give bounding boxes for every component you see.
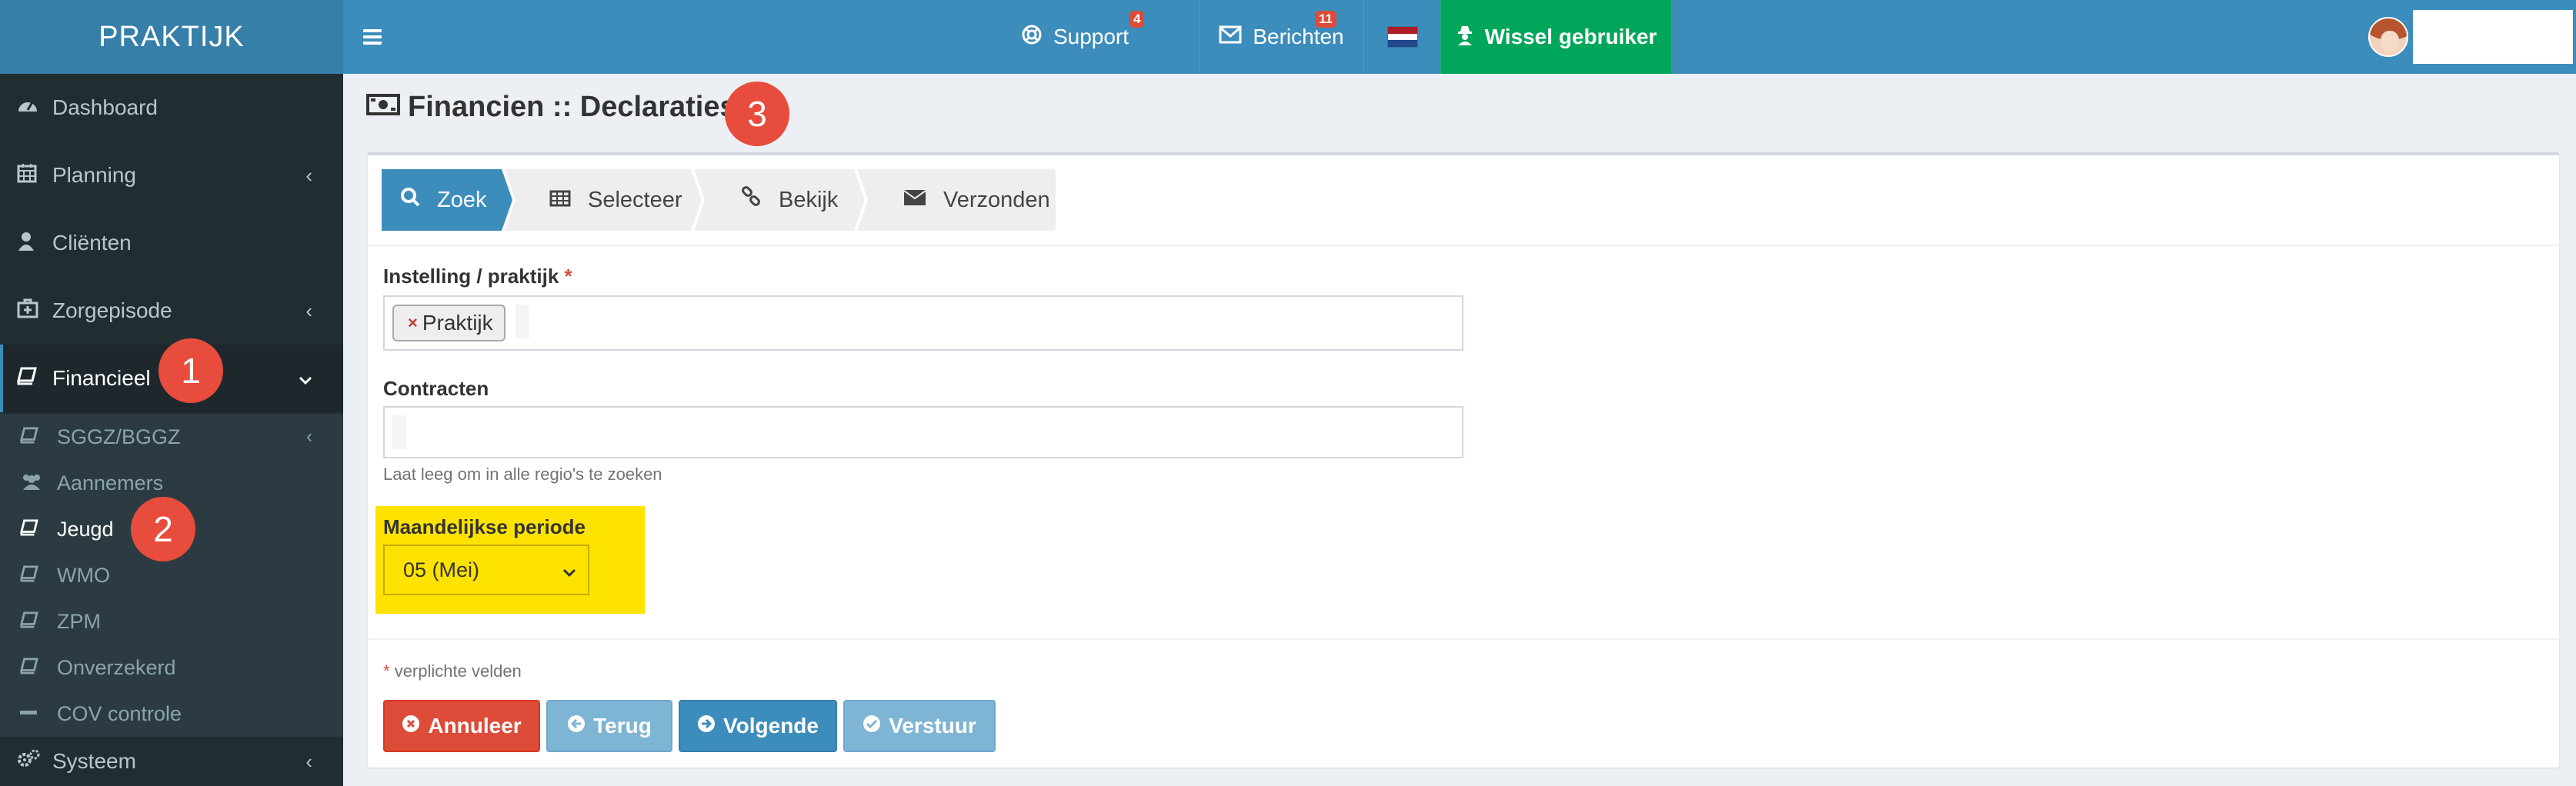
calendar-icon <box>17 163 37 188</box>
sidebar-item-cov-controle[interactable]: COV controle <box>0 691 343 737</box>
book-icon <box>20 656 38 680</box>
annotation-badge-2: 2 <box>131 497 195 561</box>
periode-label: Maandelijkse periode <box>383 515 586 538</box>
instelling-search-input[interactable] <box>516 305 529 338</box>
chevron-down-icon <box>299 367 312 391</box>
wizard-step-selecteer[interactable]: Selecteer <box>505 169 702 231</box>
book-icon <box>20 610 38 634</box>
sidebar: Dashboard Planning ‹ Cliënten Zorgepisod… <box>0 74 343 786</box>
sidebar-item-systeem[interactable]: Systeem ‹ <box>0 737 343 786</box>
back-button[interactable]: Terug <box>546 700 672 752</box>
times-circle-icon <box>402 714 420 738</box>
periode-highlight: Maandelijkse periode 05 (Mei) <box>375 506 645 614</box>
wizard-step-bekijk[interactable]: Bekijk <box>694 169 865 231</box>
chevron-left-icon: ‹ <box>305 163 312 187</box>
send-button[interactable]: Verstuur <box>843 700 996 752</box>
messages-label: Berichten <box>1253 25 1344 48</box>
chevron-left-icon: ‹ <box>305 749 312 773</box>
page-title-text: Financien :: Declaraties <box>408 91 736 123</box>
sidebar-item-zorgepisode[interactable]: Zorgepisode ‹ <box>0 277 343 345</box>
support-count-badge: 4 <box>1130 11 1145 28</box>
table-icon <box>549 188 571 213</box>
users-icon <box>20 471 43 495</box>
praktijk-tag: × Praktijk <box>392 305 506 341</box>
required-asterisk: * <box>564 265 572 288</box>
user-secret-icon <box>1456 24 1474 51</box>
link-icon <box>740 186 762 214</box>
book-icon <box>20 564 38 588</box>
instelling-select[interactable]: × Praktijk <box>383 295 1463 351</box>
sidebar-item-onverzekerd[interactable]: Onverzekerd <box>0 644 343 691</box>
wizard-step-zoek[interactable]: Zoek <box>382 169 512 231</box>
declaraties-panel: Zoek Selecteer Bekijk Verzonden Instelli… <box>368 152 2559 768</box>
financieel-submenu: SGGZ/BGGZ ‹ Aannemers Jeugd WMO ZPM Onve… <box>0 414 343 737</box>
page-title: Financien :: Declaraties <box>366 91 736 124</box>
next-button[interactable]: Volgende <box>679 700 837 752</box>
support-label: Support <box>1053 25 1130 48</box>
annotation-badge-3: 3 <box>725 82 789 146</box>
life-ring-icon <box>1021 24 1043 51</box>
required-fields-note: * verplichte velden <box>383 661 522 681</box>
search-icon <box>400 187 420 213</box>
book-icon <box>20 425 38 449</box>
chevron-down-icon <box>562 560 577 584</box>
form-footer-divider <box>368 638 2559 640</box>
envelope-icon <box>1219 25 1242 49</box>
periode-select[interactable]: 05 (Mei) <box>383 545 589 595</box>
messages-count-badge: 11 <box>1315 11 1336 28</box>
chevron-left-icon: ‹ <box>305 298 312 322</box>
user-name-box <box>2413 10 2573 64</box>
contracten-search-input[interactable] <box>392 415 406 449</box>
envelope-icon <box>903 188 926 213</box>
instelling-label: Instelling / praktijk * <box>383 265 572 288</box>
app-logo[interactable]: PRAKTIJK <box>0 0 343 74</box>
arrow-circle-left-icon <box>567 714 586 738</box>
user-icon <box>17 231 35 256</box>
wizard-step-verzonden[interactable]: Verzonden <box>857 169 1056 231</box>
chevron-left-icon: ‹ <box>306 426 312 447</box>
top-navbar: Support 4 Berichten 11 Wissel gebruiker <box>343 0 2576 74</box>
sidebar-item-planning[interactable]: Planning ‹ <box>0 142 343 209</box>
contracten-select[interactable] <box>383 406 1463 458</box>
book-icon <box>20 518 38 541</box>
user-menu[interactable] <box>2345 0 2576 74</box>
wizard-divider <box>368 245 2559 246</box>
messages-menu[interactable]: Berichten 11 <box>1199 0 1363 74</box>
language-selector[interactable] <box>1363 0 1440 74</box>
switch-user-button[interactable]: Wissel gebruiker <box>1440 0 1671 74</box>
support-menu[interactable]: Support 4 <box>951 0 1199 74</box>
medkit-icon <box>17 298 38 324</box>
money-icon <box>366 91 400 124</box>
wizard-steps: Zoek Selecteer Bekijk Verzonden <box>382 169 1056 231</box>
arrow-circle-right-icon <box>697 714 716 738</box>
switch-user-label: Wissel gebruiker <box>1484 25 1657 48</box>
avatar-icon <box>2368 17 2408 57</box>
sidebar-item-zpm[interactable]: ZPM <box>0 598 343 644</box>
hamburger-icon[interactable] <box>363 22 383 52</box>
cogs-icon <box>17 749 40 774</box>
sidebar-item-sggz-bggz[interactable]: SGGZ/BGGZ ‹ <box>0 414 343 460</box>
cancel-button[interactable]: Annuleer <box>383 700 540 752</box>
remove-tag-icon[interactable]: × <box>408 313 418 333</box>
annotation-badge-1: 1 <box>158 338 223 403</box>
minus-icon <box>20 702 37 726</box>
contracten-help-text: Laat leeg om in alle regio's te zoeken <box>383 465 662 484</box>
dashboard-icon <box>17 95 38 120</box>
flag-nl-icon <box>1386 26 1418 48</box>
contracten-label: Contracten <box>383 377 489 400</box>
check-circle-icon <box>863 714 881 738</box>
book-icon <box>17 366 37 391</box>
sidebar-item-clienten[interactable]: Cliënten <box>0 209 343 277</box>
sidebar-item-dashboard[interactable]: Dashboard <box>0 74 343 142</box>
